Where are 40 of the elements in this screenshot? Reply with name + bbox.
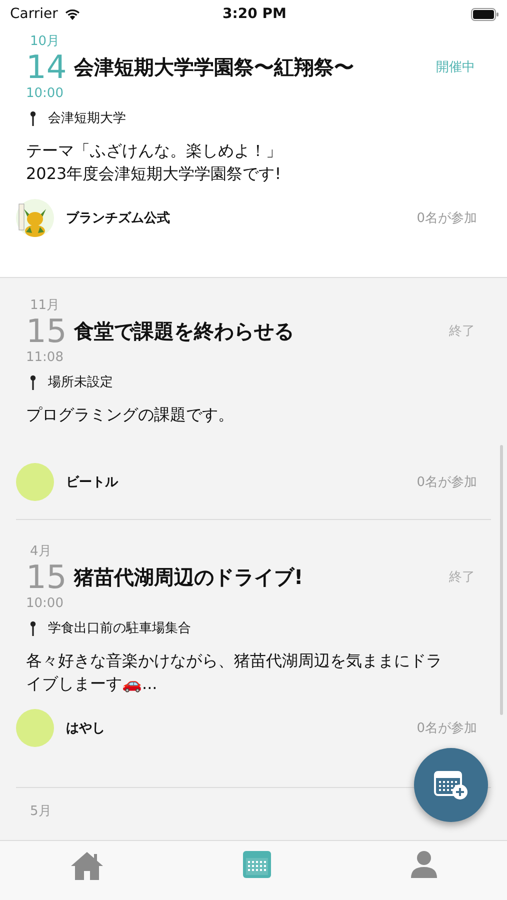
event-location: 場所未設定	[48, 374, 113, 391]
event-location: 学食出口前の駐車場集合	[48, 620, 191, 637]
event-day: 15	[26, 315, 74, 347]
participant-count: 0名が参加	[416, 474, 477, 491]
pin-icon	[30, 110, 36, 126]
pin-icon	[30, 620, 36, 636]
event-location: 会津短期大学	[48, 110, 126, 127]
pin-icon	[30, 374, 36, 390]
event-month: 4月	[29, 543, 52, 560]
host-name: はやし	[66, 720, 106, 737]
participant-count: 0名が参加	[416, 720, 477, 737]
event-month: 11月	[29, 297, 61, 314]
participant-count: 0名が参加	[416, 210, 477, 227]
event-time: 10:00	[26, 86, 64, 101]
event-time: 10:00	[26, 596, 64, 611]
event-status: 開催中	[436, 59, 475, 76]
event-title: 猪苗代湖周辺のドライブ!	[74, 564, 304, 590]
event-status: 終了	[449, 569, 475, 586]
event-day: 14	[26, 51, 74, 83]
event-card[interactable]: 10月 14 会津短期大学学園祭〜紅翔祭〜 開催中 10:00 会津短期大学 テーマ「ふざけんな。楽しめよ！」 2023年度会津短期大学学園祭です! ブランチズム公式 0名が参加	[0, 28, 507, 278]
event-title: 食堂で課題を終わらせる	[74, 318, 295, 344]
home-icon	[70, 851, 104, 881]
event-month: 5月	[29, 803, 52, 820]
event-description: 各々好きな音楽かけながら、猪苗代湖周辺を気ままにドライブしまーす🚗...	[26, 650, 443, 695]
wifi-icon	[64, 8, 81, 20]
event-title: 会津短期大学学園祭〜紅翔祭〜	[74, 54, 355, 80]
event-day: 15	[26, 561, 74, 593]
host-name: ブランチズム公式	[66, 210, 171, 227]
person-icon	[411, 851, 438, 878]
event-time: 11:08	[26, 350, 64, 365]
event-status: 終了	[449, 323, 475, 340]
event-month: 10月	[29, 33, 61, 50]
event-description: プログラミングの課題です。	[26, 404, 235, 426]
calendar-add-icon	[434, 770, 468, 800]
host-name: ビートル	[66, 474, 120, 491]
event-description: テーマ「ふざけんな。楽しめよ！」 2023年度会津短期大学学園祭です!	[26, 140, 283, 185]
calendar-icon	[243, 851, 272, 878]
battery-icon	[470, 8, 499, 20]
carrier-name: Carrier	[10, 6, 58, 22]
clock-time: 3:20 PM	[222, 6, 286, 22]
